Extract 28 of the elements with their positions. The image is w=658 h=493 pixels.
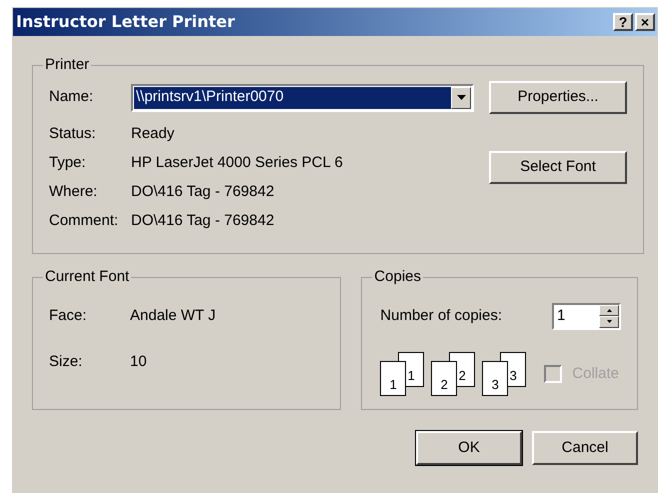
window-title: Instructor Letter Printer (16, 11, 236, 33)
field-label: Face: (49, 306, 88, 326)
field-value: HP LaserJet 4000 Series PCL 6 (131, 152, 343, 173)
field-label: Status: (49, 124, 97, 144)
spin-up-icon[interactable] (599, 304, 619, 316)
field-value: 10 (130, 352, 147, 372)
field-value: DO\416 Tag - 769842 (131, 182, 274, 202)
field-label: Size: (49, 352, 84, 372)
group-label: Copies (373, 267, 422, 287)
group-label: Current Font (44, 267, 130, 287)
group-label: Printer (44, 55, 90, 75)
select-font-button[interactable]: Select Font (489, 150, 627, 184)
close-button[interactable]: × (635, 13, 655, 31)
field-value: DO\416 Tag - 769842 (131, 210, 274, 231)
spin-down-icon[interactable] (599, 316, 619, 328)
help-button[interactable]: ? (613, 13, 633, 31)
cancel-button[interactable]: Cancel (532, 431, 638, 465)
properties-button[interactable]: Properties... (489, 80, 627, 114)
field-label: Number of copies: (380, 306, 502, 326)
field-label: Where: (49, 182, 98, 202)
ok-button[interactable]: OK (416, 431, 522, 465)
field-label: Name: (49, 87, 94, 108)
field-label: Type: (49, 152, 87, 173)
field-value: Ready (131, 124, 174, 144)
printer-dropdown[interactable]: \\printsrv1\Printer0070 (131, 84, 474, 112)
field-label: Comment: (49, 210, 120, 231)
field-value: Andale WT J (130, 306, 216, 326)
copies-spinner[interactable]: 1 (552, 302, 621, 330)
